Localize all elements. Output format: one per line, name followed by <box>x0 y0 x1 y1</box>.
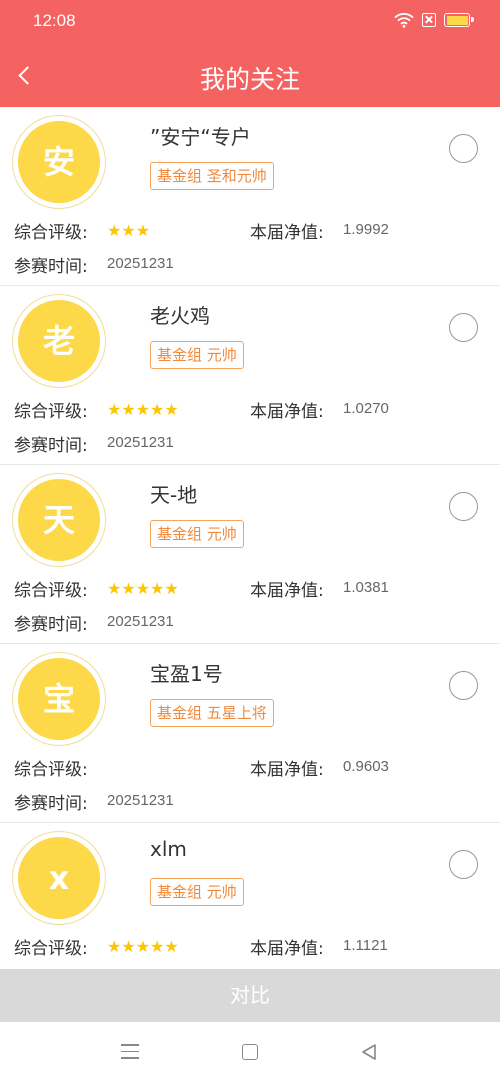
group-tag: 基金组 元帅 <box>150 878 244 906</box>
entry-time-label: 参赛时间: <box>14 436 88 456</box>
rating-label: 综合评级: <box>14 939 88 959</box>
avatar: x <box>12 831 106 925</box>
group-tag: 基金组 元帅 <box>150 520 244 548</box>
menu-icon[interactable] <box>121 1044 139 1060</box>
net-value: 1.0381 <box>343 579 389 596</box>
avatar-char: 老 <box>18 300 100 382</box>
group-tag: 基金组 元帅 <box>150 341 244 369</box>
entry-time: 20251231 <box>107 613 174 630</box>
compare-button[interactable]: 对比 <box>0 969 500 1022</box>
entry-time: 20251231 <box>107 434 174 451</box>
rating-label: 综合评级: <box>14 402 88 422</box>
net-value: 0.9603 <box>343 758 389 775</box>
net-value: 1.1121 <box>343 937 388 954</box>
system-nav-bar <box>0 1022 500 1083</box>
list-item[interactable]: 宝 宝盈1号 基金组 五星上将 综合评级: 本届净值: 0.9603 参赛时间:… <box>0 644 500 823</box>
header-bar: 我的关注 <box>0 44 500 107</box>
list-item[interactable]: 老 老火鸡 基金组 元帅 综合评级: ★★★★★ 本届净值: 1.0270 参赛… <box>0 286 500 465</box>
list-item[interactable]: 安 ”安宁“专户 基金组 圣和元帅 综合评级: ★★★ 本届净值: 1.9992… <box>0 107 500 286</box>
list-item[interactable]: 天 天-地 基金组 元帅 综合评级: ★★★★★ 本届净值: 1.0381 参赛… <box>0 465 500 644</box>
entry-time: 20251231 <box>107 255 174 272</box>
rating-label: 综合评级: <box>14 223 88 243</box>
sim-x-icon <box>422 13 436 27</box>
battery-icon <box>444 13 474 27</box>
avatar-char: 天 <box>18 479 100 561</box>
avatar: 老 <box>12 294 106 388</box>
entry-time-label: 参赛时间: <box>14 257 88 277</box>
followed-list[interactable]: 安 ”安宁“专户 基金组 圣和元帅 综合评级: ★★★ 本届净值: 1.9992… <box>0 107 500 969</box>
net-value-label: 本届净值: <box>250 581 324 601</box>
rating-stars: ★★★★★ <box>107 400 179 419</box>
list-item[interactable]: x xlm 基金组 元帅 综合评级: ★★★★★ 本届净值: 1.1121 参赛… <box>0 823 500 969</box>
select-radio[interactable] <box>449 134 478 163</box>
item-name: 天-地 <box>150 483 198 507</box>
item-name: xlm <box>150 837 187 861</box>
entry-time: 20251231 <box>107 792 174 809</box>
rating-stars: ★★★★★ <box>107 579 179 598</box>
entry-time-label: 参赛时间: <box>14 615 88 635</box>
entry-time-label: 参赛时间: <box>14 794 88 814</box>
avatar: 安 <box>12 115 106 209</box>
rating-stars: ★★★ <box>107 221 151 240</box>
net-value-label: 本届净值: <box>250 939 324 959</box>
rating-stars: ★★★★★ <box>107 937 179 956</box>
select-radio[interactable] <box>449 492 478 521</box>
select-radio[interactable] <box>449 850 478 879</box>
item-name: 老火鸡 <box>150 304 210 328</box>
page-title: 我的关注 <box>199 65 300 94</box>
group-tag: 基金组 圣和元帅 <box>150 162 274 190</box>
net-value-label: 本届净值: <box>250 402 324 422</box>
avatar: 宝 <box>12 652 106 746</box>
avatar-char: 宝 <box>18 658 100 740</box>
net-value-label: 本届净值: <box>250 223 324 243</box>
select-radio[interactable] <box>449 671 478 700</box>
net-value: 1.9992 <box>343 221 389 238</box>
status-icons <box>394 12 474 28</box>
avatar: 天 <box>12 473 106 567</box>
status-bar: 12:08 <box>0 0 500 44</box>
group-tag: 基金组 五星上将 <box>150 699 274 727</box>
item-name: 宝盈1号 <box>150 662 223 686</box>
back-triangle-icon[interactable] <box>360 1043 378 1061</box>
select-radio[interactable] <box>449 313 478 342</box>
rating-label: 综合评级: <box>14 760 88 780</box>
status-time: 12:08 <box>33 11 76 30</box>
net-value: 1.0270 <box>343 400 389 417</box>
net-value-label: 本届净值: <box>250 760 324 780</box>
avatar-char: x <box>18 837 100 919</box>
avatar-char: 安 <box>18 121 100 203</box>
item-name: ”安宁“专户 <box>150 125 251 149</box>
wifi-icon <box>394 13 414 28</box>
home-icon[interactable] <box>242 1044 258 1060</box>
rating-label: 综合评级: <box>14 581 88 601</box>
